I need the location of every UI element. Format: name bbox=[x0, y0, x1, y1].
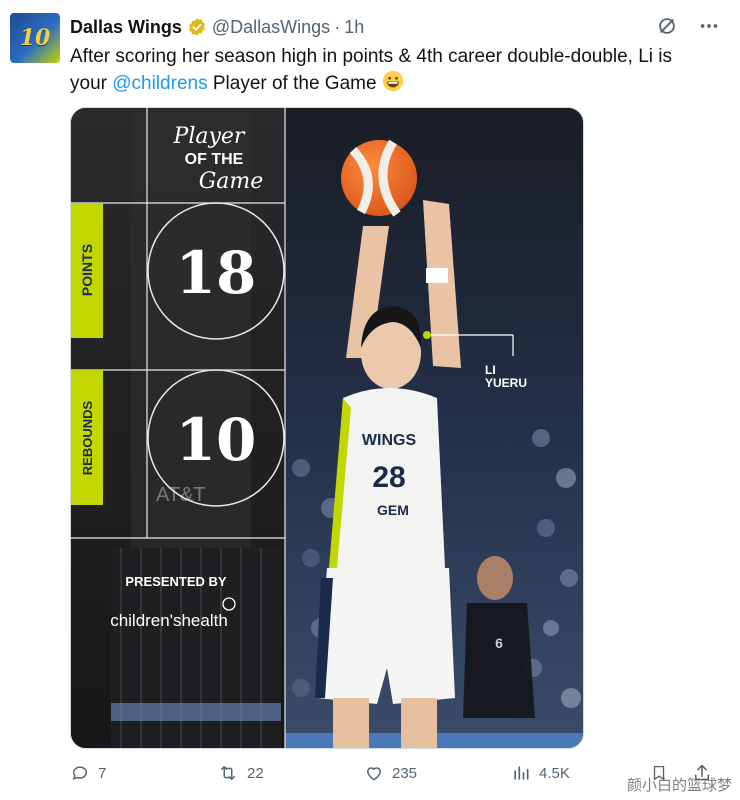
tweet-text-part2: Player of the Game bbox=[207, 73, 382, 94]
like-icon bbox=[367, 767, 381, 781]
mention-link[interactable]: @childrens bbox=[112, 73, 207, 94]
rebounds-value: 10 bbox=[176, 406, 257, 474]
title-player: Player bbox=[173, 124, 246, 149]
tweet-media-graphic[interactable]: AT&T Player OF THE Game POINTS REBOUNDS … bbox=[70, 107, 584, 749]
retweet-count: 22 bbox=[247, 764, 264, 782]
title-of-the: OF THE bbox=[185, 151, 244, 168]
title-game: Game bbox=[199, 169, 264, 194]
more-icon[interactable] bbox=[698, 15, 720, 42]
retweet-icon bbox=[221, 766, 235, 780]
sponsor-logo: children'shealth bbox=[110, 611, 228, 630]
presented-by-label: PRESENTED BY bbox=[125, 574, 226, 589]
like-count: 235 bbox=[392, 764, 418, 782]
jersey-sponsor: GEM bbox=[377, 502, 409, 518]
author-name[interactable]: Dallas Wings bbox=[70, 17, 182, 38]
avatar[interactable]: 10 bbox=[10, 13, 60, 63]
reply-button[interactable]: 7 bbox=[70, 763, 106, 783]
points-value: 18 bbox=[176, 239, 257, 307]
reply-count: 7 bbox=[98, 764, 107, 782]
jersey-team-text: WINGS bbox=[362, 432, 417, 449]
tweet-text: After scoring her season high in points … bbox=[70, 44, 710, 100]
verified-badge-icon[interactable] bbox=[187, 17, 207, 37]
jersey-number: 28 bbox=[372, 461, 405, 494]
retweet-button[interactable]: 22 bbox=[217, 763, 264, 783]
points-label: POINTS bbox=[79, 244, 95, 296]
like-button[interactable]: 235 bbox=[364, 763, 417, 783]
player-first-name: LI bbox=[485, 363, 496, 377]
avatar-logo-text: 10 bbox=[19, 25, 51, 51]
grinning-face-emoji-icon bbox=[382, 70, 404, 100]
player-last-name: YUERU bbox=[485, 376, 527, 390]
views-button[interactable]: 4.5K bbox=[511, 763, 570, 783]
svg-text:6: 6 bbox=[495, 635, 503, 651]
grok-icon[interactable] bbox=[656, 15, 678, 42]
basketball bbox=[341, 139, 417, 217]
author-handle[interactable]: @DallasWings bbox=[212, 17, 330, 38]
separator: · bbox=[334, 16, 341, 37]
views-icon bbox=[514, 766, 529, 780]
rebounds-label: REBOUNDS bbox=[80, 400, 95, 475]
reply-icon bbox=[72, 766, 87, 780]
court-sign: AT&T bbox=[156, 484, 206, 506]
timestamp[interactable]: 1h bbox=[344, 17, 364, 38]
watermark: 颜小白的篮球梦 bbox=[626, 776, 732, 794]
tweet-header: Dallas Wings @DallasWings · 1h bbox=[70, 15, 720, 39]
views-count: 4.5K bbox=[539, 764, 570, 782]
